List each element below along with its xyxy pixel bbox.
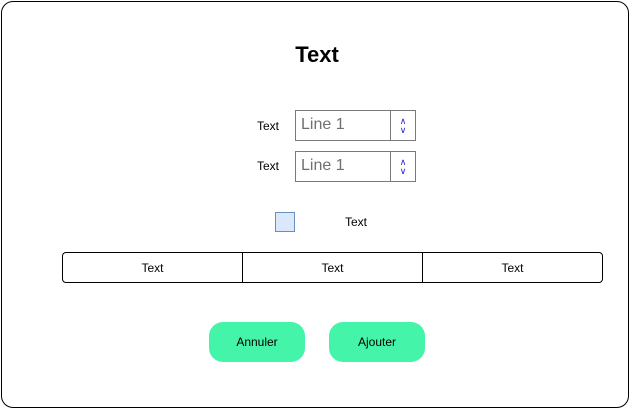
add-button[interactable]: Ajouter [329,322,425,362]
field-2-stepper[interactable]: Line 1 ∧ ∨ [295,151,416,182]
field-2-stepper-arrows: ∧ ∨ [390,152,415,181]
dialog: Text Text Line 1 ∧ ∨ Text Line 1 ∧ ∨ Tex… [1,1,629,408]
stepper-down-icon[interactable]: ∨ [400,166,407,176]
stepper-down-icon[interactable]: ∨ [400,125,407,135]
field-2-label: Text [257,159,280,173]
tab-1[interactable]: Text [63,253,242,282]
checkbox[interactable] [275,212,295,232]
field-1-label: Text [257,119,280,133]
checkbox-label: Text [345,215,368,229]
field-2-value[interactable]: Line 1 [301,157,345,175]
field-1-value[interactable]: Line 1 [301,116,345,134]
dialog-title: Text [295,42,339,67]
cancel-button[interactable]: Annuler [209,322,305,362]
tab-bar: Text Text Text [62,252,603,283]
field-1-stepper[interactable]: Line 1 ∧ ∨ [295,110,416,141]
tab-2[interactable]: Text [242,253,422,282]
field-1-stepper-arrows: ∧ ∨ [390,111,415,140]
tab-3[interactable]: Text [422,253,602,282]
